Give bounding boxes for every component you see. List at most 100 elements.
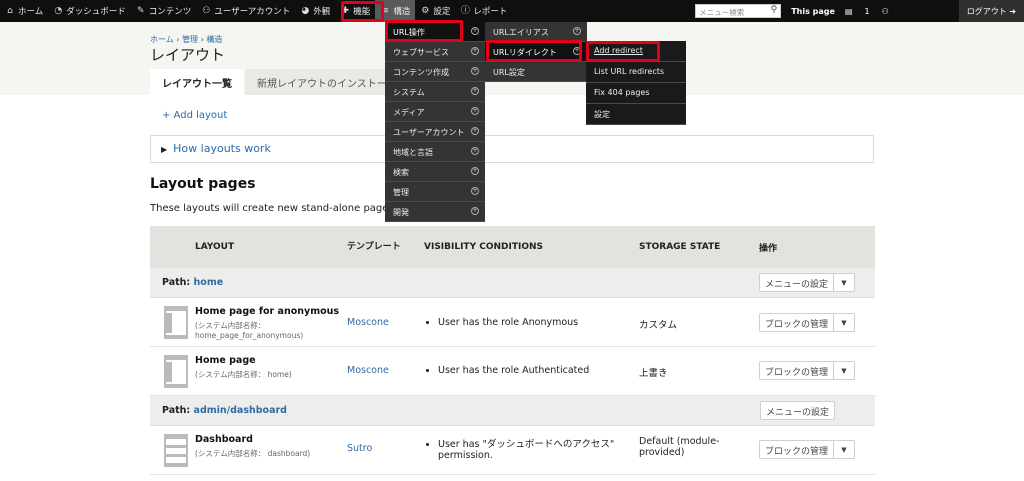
header-layout: LAYOUT: [195, 242, 235, 252]
layouts-table: LAYOUT テンプレート VISIBILITY CONDITIONS STOR…: [150, 226, 875, 475]
menu-item-people[interactable]: ユーザーアカウント +: [385, 122, 485, 142]
toolbar-reports[interactable]: ⓘ レポート: [455, 0, 512, 22]
expand-icon: +: [471, 47, 479, 55]
layout-machine-name-2: home_page_for_anonymous): [195, 331, 304, 340]
template-link[interactable]: Sutro: [347, 443, 372, 454]
manage-blocks-button[interactable]: ブロックの管理: [760, 441, 834, 458]
menu-item-web-services[interactable]: ウェブサービス +: [385, 42, 485, 62]
template-link[interactable]: Moscone: [347, 317, 389, 328]
layout-machine-name: (システム内部名称： home): [195, 370, 292, 379]
breadcrumb-admin[interactable]: 管理: [182, 35, 198, 44]
header-operations: 操作: [759, 243, 778, 254]
breadcrumb-home[interactable]: ホーム: [150, 35, 174, 44]
manage-blocks-button[interactable]: ブロックの管理: [760, 314, 834, 331]
menu-item-url-redirects[interactable]: URLリダイレクト +: [485, 42, 587, 62]
storage-state: 上書き: [639, 368, 668, 379]
chevron-down-icon[interactable]: ▼: [834, 314, 854, 331]
expand-icon: +: [471, 27, 479, 35]
breadcrumb-structure[interactable]: 構造: [206, 35, 222, 44]
path-link-admin-dashboard[interactable]: admin/dashboard: [194, 405, 287, 416]
toolbar-config[interactable]: ⚙ 設定: [415, 0, 455, 22]
toolbar-structure[interactable]: ≋ 構造: [375, 0, 416, 22]
menu-item-url-aliases[interactable]: URLエイリアス +: [485, 22, 587, 42]
menu-item-system[interactable]: システム +: [385, 82, 485, 102]
layout-machine-name: (システム内部名称：: [195, 321, 266, 330]
menu-item-add-redirect[interactable]: Add redirect: [586, 41, 686, 62]
page-title: レイアウト: [150, 46, 226, 64]
visibility-condition: User has the role Authenticated: [438, 365, 589, 376]
chevron-down-icon[interactable]: ▼: [834, 274, 854, 291]
chevron-down-icon[interactable]: ▼: [834, 362, 854, 379]
menu-search-input[interactable]: メニュー検索 ⚲: [695, 4, 782, 18]
visibility-condition: User has "ダッシュボードへのアクセス"permission.: [438, 436, 614, 461]
structure-submenu: URL操作 + ウェブサービス + コンテンツ作成 + システム + メディア + ユーザ…: [385, 22, 485, 222]
expand-icon: +: [471, 67, 479, 75]
users-count-icon[interactable]: ⚇: [882, 7, 889, 16]
dashboard-icon: ◔: [54, 6, 63, 16]
toolbar-home[interactable]: ⌂ ホーム: [0, 0, 48, 22]
structure-icon: ≋: [381, 6, 390, 16]
tab-layout-list[interactable]: レイアウト一覧: [150, 69, 244, 95]
menu-item-url-settings[interactable]: URL設定: [485, 62, 587, 82]
menu-item-regional[interactable]: 地域と言語 +: [385, 142, 485, 162]
menu-item-media[interactable]: メディア +: [385, 102, 485, 122]
layout-thumbnail-icon: [164, 355, 188, 388]
expand-icon: +: [471, 107, 479, 115]
path-row: Path: admin/dashboard メニューの設定: [150, 396, 875, 426]
header-template: テンプレート: [347, 241, 401, 252]
this-page-link[interactable]: This page: [791, 7, 835, 16]
user-count: 1: [864, 6, 870, 16]
manage-blocks-button[interactable]: ブロックの管理: [760, 362, 834, 379]
menu-item-content-authoring[interactable]: コンテンツ作成 +: [385, 62, 485, 82]
tabs: レイアウト一覧 新規レイアウトのインストール: [150, 69, 409, 95]
admin-toolbar: ⌂ ホーム ◔ ダッシュボード ✎ コンテンツ ⚇ ユーザーアカウント ◕ 外観 ✚ 機能 …: [0, 0, 1024, 22]
toolbar-content[interactable]: ✎ コンテンツ: [131, 0, 197, 22]
search-icon: ⚲: [770, 5, 778, 15]
add-layout-link[interactable]: + Add layout: [162, 110, 227, 121]
menu-item-admin[interactable]: 管理 +: [385, 182, 485, 202]
url-operations-submenu: URLエイリアス + URLリダイレクト + URL設定: [485, 22, 587, 82]
document-icon[interactable]: ▤: [845, 7, 853, 16]
layout-machine-name: (システム内部名称： dashboard): [195, 449, 311, 458]
expand-icon: +: [471, 187, 479, 195]
palette-icon: ◕: [301, 6, 310, 16]
visibility-condition: User has the role Anonymous: [438, 317, 578, 328]
users-icon: ⚇: [202, 6, 211, 16]
expand-icon: +: [471, 207, 479, 215]
menu-item-url-operations[interactable]: URL操作 +: [385, 22, 485, 42]
table-row: Home page for anonymous (システム内部名称： home_…: [150, 298, 875, 347]
table-row: Dashboard (システム内部名称： dashboard) Sutro Us…: [150, 426, 875, 475]
expand-icon: +: [471, 127, 479, 135]
toolbar-people[interactable]: ⚇ ユーザーアカウント: [196, 0, 295, 22]
toolbar-appearance[interactable]: ◕ 外観: [295, 0, 335, 22]
manage-blocks-button-group: ブロックの管理 ▼: [758, 313, 855, 332]
logout-button[interactable]: ログアウト ➜: [958, 0, 1024, 22]
section-description: These layouts will create new stand-alon…: [150, 203, 408, 214]
menu-item-search[interactable]: 検索 +: [385, 162, 485, 182]
expand-icon: +: [471, 87, 479, 95]
layout-title: Home page for anonymous: [195, 306, 340, 317]
menu-item-development[interactable]: 開発 +: [385, 202, 485, 222]
menu-settings-button-group: メニューの設定 ▼: [758, 273, 855, 292]
toolbar-dashboard[interactable]: ◔ ダッシュボード: [48, 0, 131, 22]
menu-item-fix-404[interactable]: Fix 404 pages: [586, 83, 686, 104]
menu-settings-button[interactable]: メニューの設定: [760, 274, 834, 291]
toolbar-extend[interactable]: ✚ 機能: [335, 0, 375, 22]
path-link-home[interactable]: home: [194, 277, 224, 288]
pencil-icon: ✎: [136, 6, 145, 16]
manage-blocks-button-group: ブロックの管理 ▼: [758, 361, 855, 380]
header-visibility: VISIBILITY CONDITIONS: [424, 242, 543, 252]
layout-title: Home page: [195, 355, 256, 366]
wrench-icon: ⚙: [421, 6, 430, 16]
chevron-down-icon[interactable]: ▼: [834, 441, 854, 458]
layout-thumbnail-icon: [164, 434, 188, 467]
expand-icon: +: [573, 27, 581, 35]
menu-item-redirect-settings[interactable]: 設定: [586, 104, 686, 125]
logout-icon: ➜: [1009, 6, 1016, 16]
storage-state: Default (module-provided): [639, 436, 720, 458]
template-link[interactable]: Moscone: [347, 365, 389, 376]
menu-settings-button[interactable]: メニューの設定: [759, 401, 835, 420]
how-layouts-work-details[interactable]: ▶ How layouts work: [150, 135, 874, 163]
table-header: LAYOUT テンプレート VISIBILITY CONDITIONS STOR…: [150, 226, 875, 268]
menu-item-list-redirects[interactable]: List URL redirects: [586, 62, 686, 83]
